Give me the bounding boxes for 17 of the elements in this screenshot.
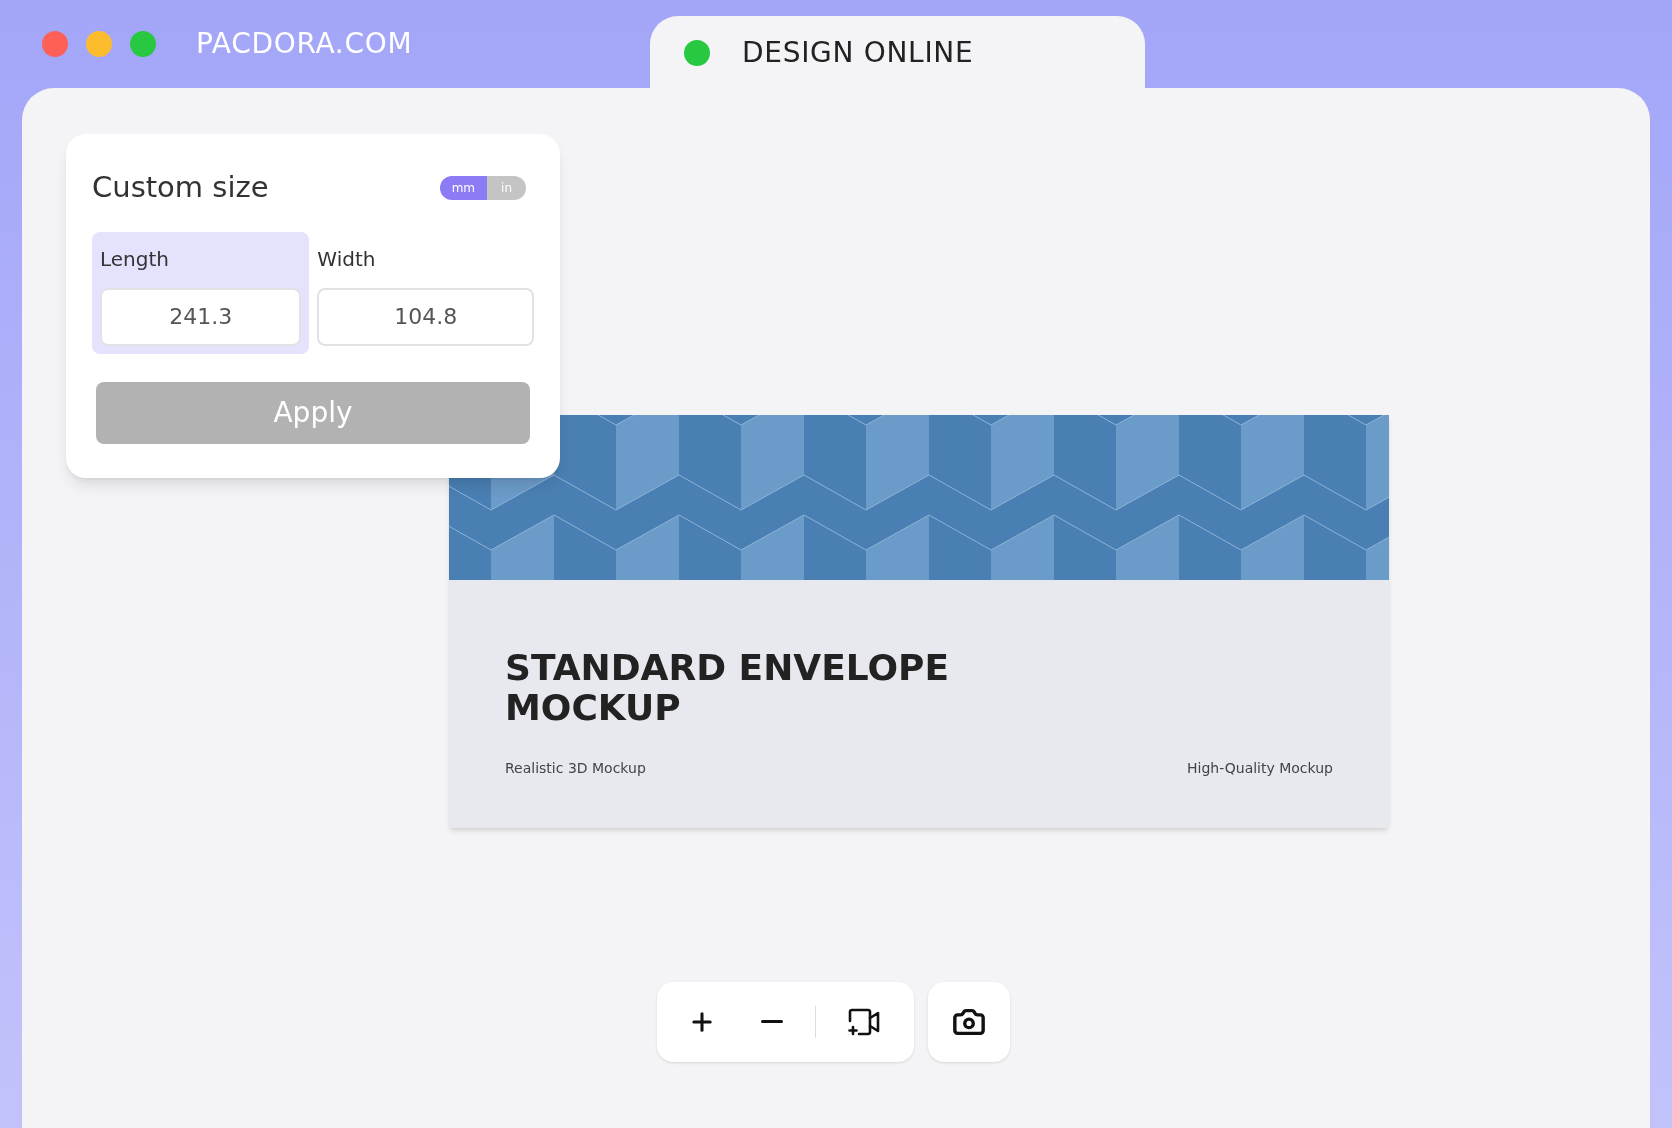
minus-icon [761,1020,783,1024]
unit-toggle[interactable]: mm in [439,175,526,200]
panel-title: Custom size [92,169,269,206]
envelope-note: Realistic 3D Mockup [505,759,646,778]
envelope-note: High-Quality Mockup [1187,759,1333,778]
tab-label: DESIGN ONLINE [742,35,974,71]
size-input[interactable]: 104.8 [317,287,534,346]
unit-option[interactable]: in [487,175,526,200]
unit-option[interactable]: mm [439,175,488,200]
envelope-heading: STANDARD ENVELOPE MOCKUP [505,648,950,728]
design-tab[interactable]: DESIGN ONLINE [650,16,1145,90]
screenshot-button[interactable] [928,982,1010,1062]
site-title: PACDORA.COM [196,26,413,62]
field-label: Length [100,245,170,273]
video-add-icon [847,1007,881,1037]
size-input[interactable]: 241.3 [100,287,302,346]
field-label: Width [317,245,377,273]
